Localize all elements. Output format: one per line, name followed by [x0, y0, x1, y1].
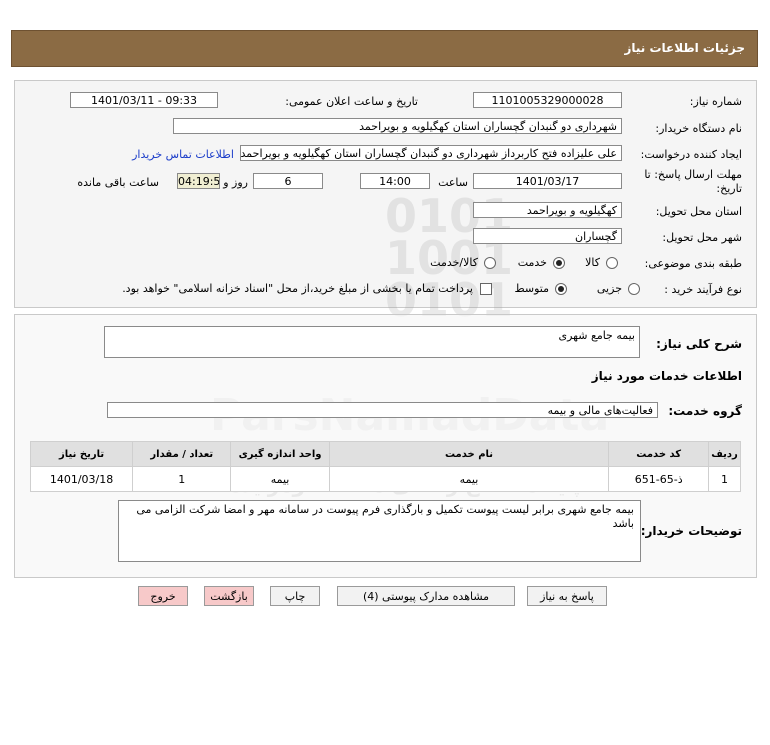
category-option-goods: کالا: [585, 256, 600, 269]
buyer-notes-label: توضیحات خریدار:: [640, 524, 742, 538]
process-radio-medium[interactable]: [555, 283, 567, 295]
services-table: ردیف کد خدمت نام خدمت واحد اندازه گیری ت…: [29, 441, 741, 492]
col-service-code: کد خدمت: [608, 441, 710, 467]
cell-service-name: بیمه: [328, 466, 610, 492]
process-option-minor: جزیی: [596, 282, 622, 295]
exit-button[interactable]: خروج: [138, 586, 188, 606]
page-header: جزئیات اطلاعات نیاز: [11, 30, 758, 67]
cell-need-date: 1401/03/18: [29, 466, 134, 492]
requester-label: ایجاد کننده درخواست:: [640, 148, 742, 161]
time-label: ساعت: [438, 176, 468, 189]
process-radio-minor[interactable]: [628, 283, 640, 295]
category-radio-goods-service[interactable]: [484, 257, 496, 269]
province-label: استان محل تحویل:: [655, 205, 742, 218]
need-number-label: شماره نیاز:: [689, 95, 742, 108]
summary-field: بیمه جامع شهری: [104, 326, 640, 358]
deadline-date-field: 1401/03/17: [473, 173, 622, 189]
requester-field: علی علیزاده فتح کاربرداز شهرداری دو گنبد…: [240, 145, 622, 161]
col-unit: واحد اندازه گیری: [230, 441, 330, 467]
city-label: شهر محل تحویل:: [662, 231, 742, 244]
contact-buyer-link[interactable]: اطلاعات تماس خریدار: [132, 148, 234, 161]
page-title: جزئیات اطلاعات نیاز: [624, 41, 745, 55]
col-service-name: نام خدمت: [328, 441, 610, 467]
col-row: ردیف: [708, 441, 741, 467]
summary-label: شرح کلی نیاز:: [656, 337, 742, 351]
service-group-label: گروه خدمت:: [668, 404, 742, 418]
treasury-payment-checkbox[interactable]: [480, 283, 492, 295]
remaining-label: ساعت باقی مانده: [77, 176, 159, 189]
treasury-payment-note: پرداخت تمام یا بخشی از مبلغ خرید،از محل …: [122, 282, 473, 295]
cell-row: 1: [708, 466, 741, 492]
service-group-field: فعالیت‌های مالی و بیمه: [107, 402, 658, 418]
buyer-notes-field: بیمه جامع شهری برابر لیست پیوست تکمیل و …: [118, 500, 641, 562]
days-label: روز و: [223, 176, 248, 189]
process-option-medium: متوسط: [514, 282, 549, 295]
category-radio-goods[interactable]: [606, 257, 618, 269]
remaining-time-field: 04:19:56: [177, 173, 220, 189]
print-button[interactable]: چاپ: [270, 586, 320, 606]
buyer-org-label: نام دستگاه خریدار:: [655, 122, 742, 135]
announce-label: تاریخ و ساعت اعلان عمومی:: [285, 95, 418, 108]
category-radio-service[interactable]: [553, 257, 565, 269]
cell-quantity: 1: [132, 466, 232, 492]
buyer-org-field: شهرداری دو گنبدان گچساران استان کهگیلویه…: [173, 118, 622, 134]
deadline-label: مهلت ارسال پاسخ: تا تاریخ:: [644, 168, 742, 195]
reply-button[interactable]: پاسخ به نیاز: [527, 586, 607, 606]
services-heading: اطلاعات خدمات مورد نیاز: [591, 369, 742, 383]
col-quantity: تعداد / مقدار: [132, 441, 232, 467]
category-option-goods-service: کالا/خدمت: [430, 256, 478, 269]
view-attachments-button[interactable]: مشاهده مدارک پیوستی (4): [337, 586, 515, 606]
city-field: گچساران: [473, 228, 622, 244]
days-field: 6: [253, 173, 323, 189]
table-row: 1 ذ-65-651 بیمه بیمه 1 1401/03/18: [29, 466, 741, 492]
cell-unit: بیمه: [230, 466, 330, 492]
category-label: طبقه بندی موضوعی:: [644, 257, 742, 270]
province-field: کهگیلویه و بویراحمد: [473, 202, 622, 218]
cell-service-code: ذ-65-651: [608, 466, 710, 492]
need-number-field: 1101005329000028: [473, 92, 622, 108]
category-option-service: خدمت: [517, 256, 547, 269]
back-button[interactable]: بازگشت: [204, 586, 254, 606]
announce-field: 1401/03/11 - 09:33: [70, 92, 218, 108]
deadline-time-field: 14:00: [360, 173, 430, 189]
process-label: نوع فرآیند خرید :: [664, 283, 742, 296]
col-need-date: تاریخ نیاز: [29, 441, 134, 467]
